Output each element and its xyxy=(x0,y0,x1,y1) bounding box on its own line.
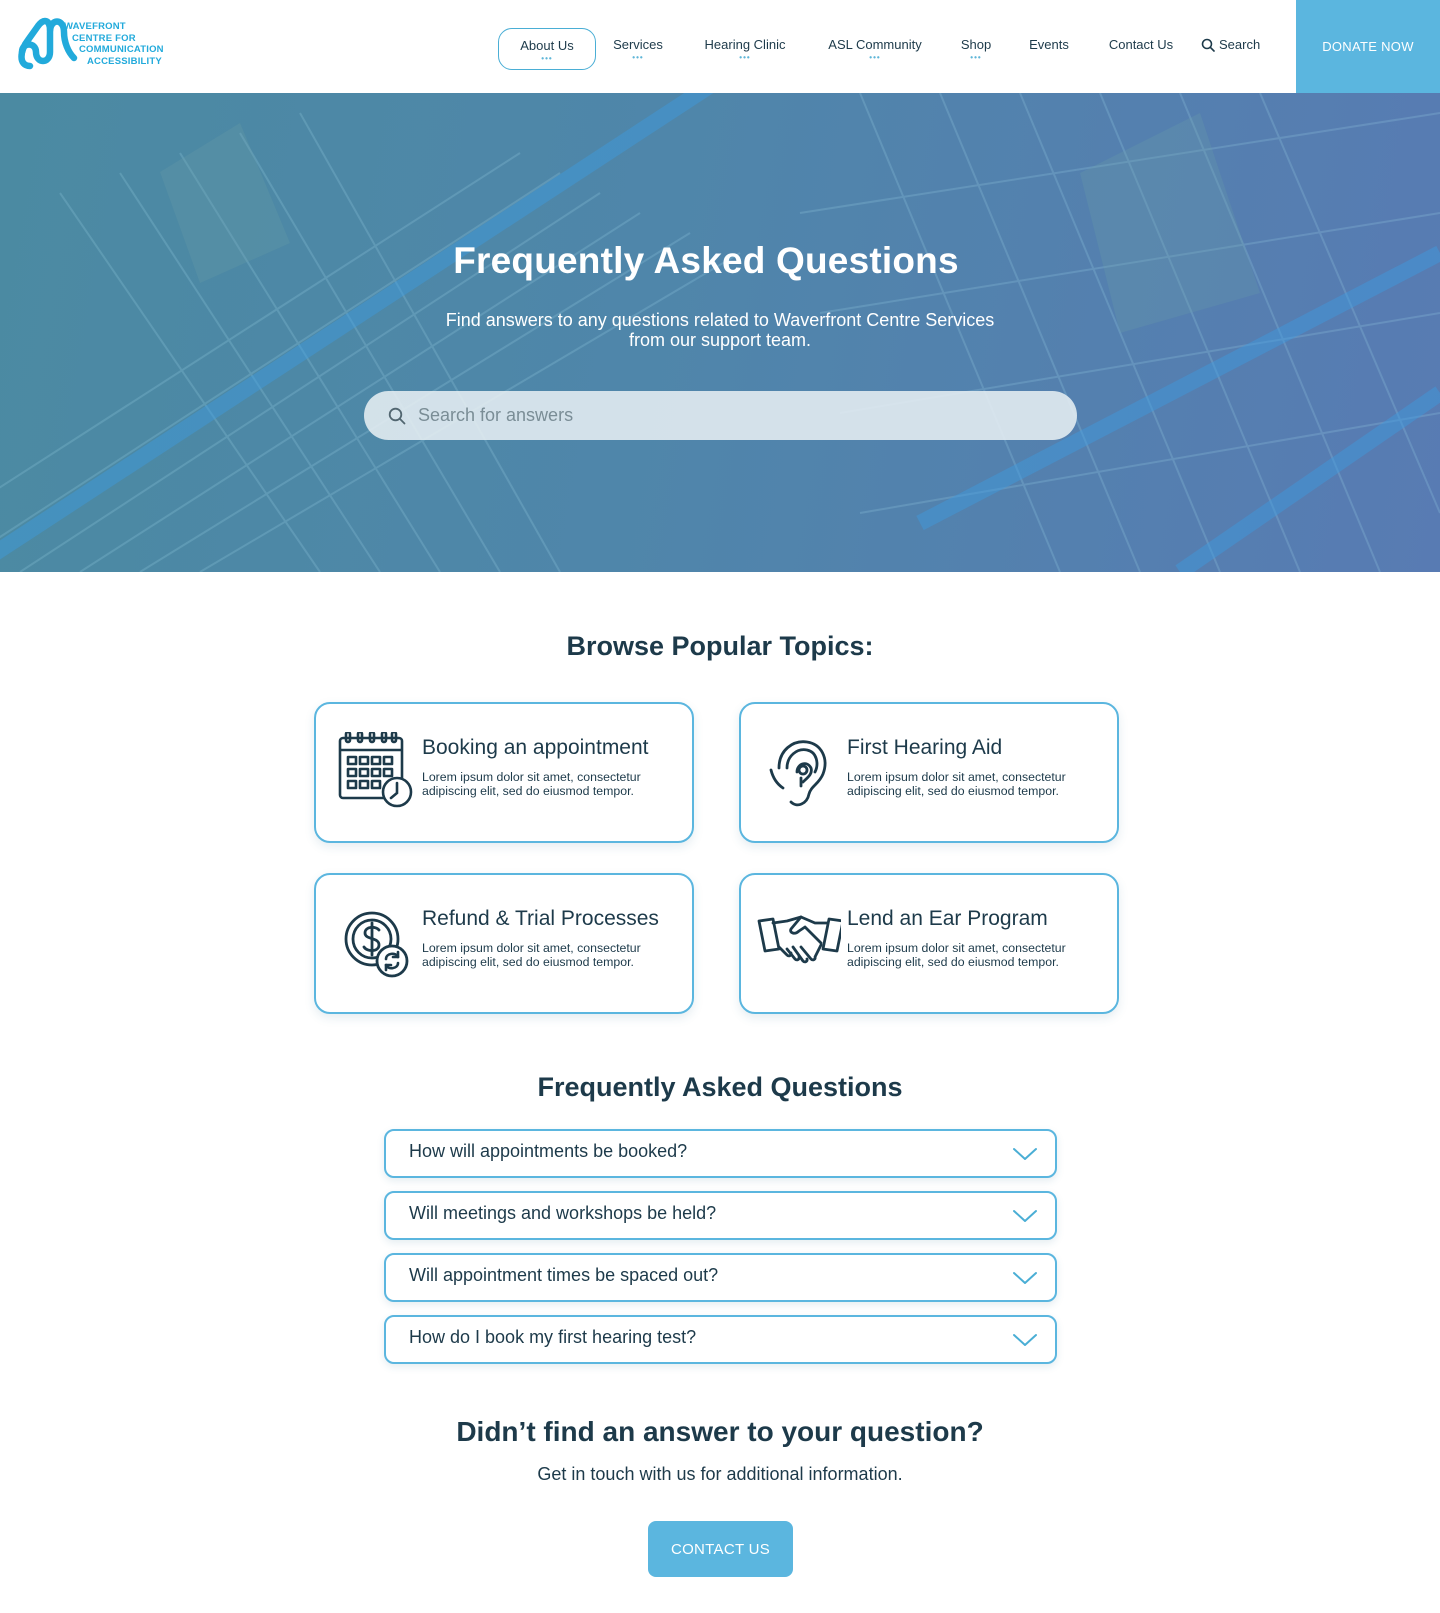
hero-subtitle-line: from our support team. xyxy=(628,330,812,350)
faq-item[interactable]: Will appointment times be spaced out? xyxy=(384,1253,1057,1302)
topic-title: First Hearing Aid xyxy=(847,736,1003,759)
faq-question: How will appointments be booked? xyxy=(409,1141,688,1161)
nav-label: Events xyxy=(1029,37,1069,52)
nav-item-contact-us[interactable]: Contact Us xyxy=(1100,28,1182,70)
faq-item[interactable]: How do I book my first hearing test? xyxy=(384,1315,1057,1364)
submenu-dots-icon: ••• xyxy=(869,53,881,62)
donate-now-button[interactable]: DONATE NOW xyxy=(1296,0,1440,93)
cta-heading: Didn’t find an answer to your question? xyxy=(456,1416,984,1447)
topic-card-lend-an-ear[interactable]: Lend an Ear Program Lorem ipsum dolor si… xyxy=(739,873,1119,1014)
nav-item-asl-community[interactable]: ASL Community ••• xyxy=(822,28,928,70)
faq-item[interactable]: How will appointments be booked? xyxy=(384,1129,1057,1178)
chevron-down-icon xyxy=(1013,1148,1037,1160)
logo-wordmark: WAVEFRONT CENTRE FOR COMMUNICATION ACCES… xyxy=(64,21,194,67)
faq-search-input[interactable] xyxy=(418,405,1018,426)
nav-label: ASL Community xyxy=(828,37,922,52)
topic-card-booking[interactable]: Booking an appointment Lorem ipsum dolor… xyxy=(314,702,694,843)
submenu-dots-icon: ••• xyxy=(970,53,982,62)
nav-label: Contact Us xyxy=(1108,37,1174,52)
nav-label: Shop xyxy=(960,37,992,52)
chevron-down-icon xyxy=(1013,1210,1037,1222)
chevron-down-icon xyxy=(1013,1334,1037,1346)
calendar-clock-icon xyxy=(338,732,413,808)
contact-us-label: CONTACT US xyxy=(670,1540,771,1558)
cta-subtitle: Get in touch with us for additional info… xyxy=(537,1464,903,1484)
topic-description: Lorem ipsum dolor sit amet, consectetur … xyxy=(847,770,1066,798)
hero-banner: Frequently Asked Questions Find answers … xyxy=(0,93,1440,572)
nav-item-services[interactable]: Services ••• xyxy=(604,28,672,70)
nav-label: Services xyxy=(613,37,663,52)
nav-label: Hearing Clinic xyxy=(704,37,786,52)
topic-title: Booking an appointment xyxy=(422,736,649,759)
hero-subtitle: Find answers to any questions related to… xyxy=(400,310,1040,350)
handshake-icon xyxy=(757,915,841,964)
topic-card-refund[interactable]: Refund & Trial Processes Lorem ipsum dol… xyxy=(314,873,694,1014)
topic-title: Refund & Trial Processes xyxy=(422,907,659,930)
logo-line: WAVEFRONT xyxy=(64,21,126,32)
topic-description: Lorem ipsum dolor sit amet, consectetur … xyxy=(422,941,641,969)
hero-subtitle-line: Find answers to any questions related to… xyxy=(445,310,995,330)
submenu-dots-icon: ••• xyxy=(632,53,644,62)
logo-line: CENTRE FOR xyxy=(72,32,136,44)
faq-question: Will appointment times be spaced out? xyxy=(409,1265,719,1285)
topic-description: Lorem ipsum dolor sit amet, consectetur … xyxy=(422,770,641,798)
search-label: Search xyxy=(1219,37,1261,52)
hero-title: Frequently Asked Questions xyxy=(453,240,959,281)
topics-heading: Browse Popular Topics: xyxy=(566,631,874,661)
topic-description: Lorem ipsum dolor sit amet, consectetur … xyxy=(847,941,1066,969)
ear-icon xyxy=(769,740,827,807)
site-logo[interactable]: WAVEFRONT CENTRE FOR COMMUNICATION ACCES… xyxy=(16,12,176,74)
chevron-down-icon xyxy=(1013,1272,1037,1284)
nav-label: About Us xyxy=(520,38,574,53)
coin-refund-icon xyxy=(344,911,409,978)
search-icon xyxy=(1201,38,1215,52)
header-search-link[interactable]: Search xyxy=(1201,37,1260,52)
faq-item[interactable]: Will meetings and workshops be held? xyxy=(384,1191,1057,1240)
faq-question: How do I book my first hearing test? xyxy=(409,1327,697,1347)
faq-heading: Frequently Asked Questions xyxy=(537,1072,903,1102)
nav-item-about-us[interactable]: About Us ••• xyxy=(498,28,596,70)
submenu-dots-icon: ••• xyxy=(541,54,553,63)
topic-title: Lend an Ear Program xyxy=(847,907,1048,930)
submenu-dots-icon: ••• xyxy=(739,53,751,62)
nav-item-shop[interactable]: Shop ••• xyxy=(954,28,998,70)
contact-us-button[interactable]: CONTACT US xyxy=(648,1521,793,1577)
topic-card-hearing-aid[interactable]: First Hearing Aid Lorem ipsum dolor sit … xyxy=(739,702,1119,843)
nav-item-events[interactable]: Events xyxy=(1024,28,1074,70)
faq-search-bar[interactable] xyxy=(364,391,1077,440)
logo-line: ACCESSIBILITY xyxy=(87,55,162,67)
search-icon xyxy=(388,407,406,424)
faq-question: Will meetings and workshops be held? xyxy=(409,1203,717,1223)
donate-label: DONATE NOW xyxy=(1322,39,1414,54)
logo-line: COMMUNICATION xyxy=(79,44,164,55)
site-header: WAVEFRONT CENTRE FOR COMMUNICATION ACCES… xyxy=(0,0,1440,93)
nav-item-hearing-clinic[interactable]: Hearing Clinic ••• xyxy=(696,28,794,70)
